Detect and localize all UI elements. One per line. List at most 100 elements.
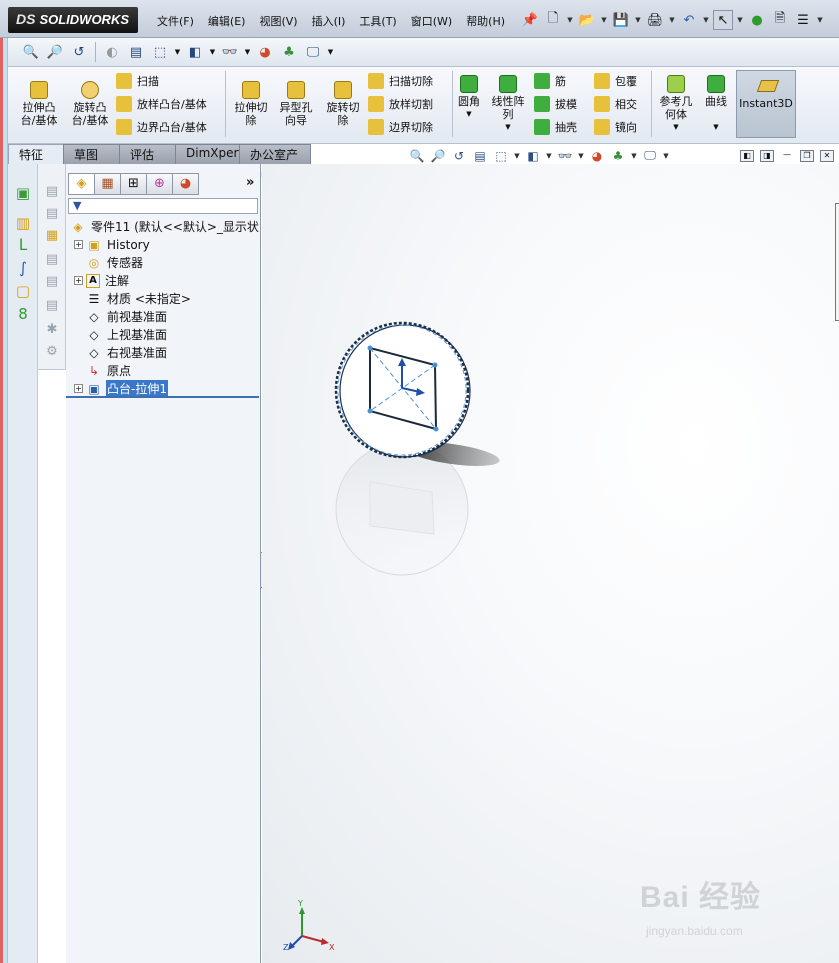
tool-5-icon[interactable]: ▤ [44,274,60,290]
curves-button[interactable]: 曲线 ▼ [700,75,732,134]
open-folder-icon[interactable]: 📂 [577,10,597,30]
hide-show-items-icon[interactable]: 👓 [556,149,574,163]
zoom-to-fit-icon[interactable]: 🔍 [408,149,426,163]
hide-show-dropdown-icon[interactable]: ▼ [243,48,252,56]
previous-view-icon[interactable]: ↺ [68,41,90,63]
tool-6-icon[interactable]: ▤ [44,298,60,314]
spline-icon[interactable]: ∫ [14,259,32,277]
edit-appearance-icon[interactable]: ◕ [254,41,276,63]
zoom-to-fit-icon[interactable]: 🔍 [20,41,42,63]
close-icon[interactable]: ✕ [820,150,834,162]
display-style-dropdown-icon[interactable]: ▼ [208,48,217,56]
tab-sketch[interactable]: 草图 [63,144,120,164]
menu-insert[interactable]: 插入(I) [305,13,353,29]
tree-item-annotations[interactable]: + A 注解 [74,272,130,289]
rectangle-icon[interactable]: ▢ [14,282,32,300]
previous-view-icon[interactable]: ↺ [450,149,468,163]
expand-toggle-icon[interactable]: + [74,276,83,285]
hide-show-dropdown-icon[interactable]: ▼ [577,152,585,160]
tree-item-boss-extrude1[interactable]: + ▣ 凸台-拉伸1 [74,380,168,397]
hide-show-items-icon[interactable]: 👓 [219,41,241,63]
save-dropdown-icon[interactable]: ▼ [634,16,642,24]
view-settings-icon[interactable]: 🖵 [641,148,659,163]
display-style-dropdown-icon[interactable]: ▼ [545,152,553,160]
tree-item-origin[interactable]: ↳ 原点 [86,362,132,379]
restore-icon[interactable]: ❐ [800,150,814,162]
rib-button[interactable]: 筋 [534,73,566,89]
section-view-icon[interactable]: ▤ [471,149,489,163]
tree-item-material[interactable]: ☰ 材质 <未指定> [86,290,192,307]
view-settings-icon[interactable]: 🖵 [302,41,324,63]
view-orientation-dropdown-icon[interactable]: ▼ [173,48,182,56]
curves-dropdown-icon[interactable]: ▼ [700,121,732,134]
menu-edit[interactable]: 编辑(E) [201,13,253,29]
task-pane-tabs[interactable] [835,203,839,321]
rollback-bar[interactable] [66,396,259,398]
display-manager-tab-icon[interactable]: ◕ [172,173,199,195]
property-manager-tab-icon[interactable]: ▦ [94,173,121,195]
menu-help[interactable]: 帮助(H) [459,13,512,29]
tree-item-right-plane[interactable]: ◇ 右视基准面 [86,344,168,361]
reference-geometry-dropdown-icon[interactable]: ▼ [654,121,698,134]
loft-boss-button[interactable]: 放样凸台/基体 [116,96,207,112]
tree-filter-input[interactable]: ▼ [68,198,258,214]
tool-1-icon[interactable]: ▤ [44,184,60,200]
linear-pattern-dropdown-icon[interactable]: ▼ [488,121,528,134]
collapse-right-icon[interactable]: ◨ [760,150,774,162]
tool-3-icon[interactable]: ▦ [44,228,60,244]
new-document-icon[interactable]: 🗋 [543,10,563,30]
pin-icon[interactable]: 📌 [520,10,540,30]
scene-dropdown-icon[interactable]: ▼ [630,152,638,160]
menu-file[interactable]: 文件(F) [150,13,201,29]
zoom-to-area-icon[interactable]: 🔎 [429,149,447,163]
smart-dimension-icon[interactable]: ▥ [14,214,32,232]
sweep-cut-button[interactable]: 扫描切除 [368,73,433,89]
print-dropdown-icon[interactable]: ▼ [668,16,676,24]
line-icon[interactable]: ᒪ [14,236,32,254]
extrude-cut-button[interactable]: 拉伸切 除 [230,81,272,127]
tab-dimxpert[interactable]: DimXpert [175,144,243,164]
select-dropdown-icon[interactable]: ▼ [736,16,744,24]
expand-toggle-icon[interactable]: + [74,240,83,249]
instant3d-button[interactable]: Instant3D [736,70,796,138]
expand-toggle-icon[interactable]: + [74,384,83,393]
revolve-boss-button[interactable]: 旋转凸 台/基体 [68,81,112,127]
print-icon[interactable]: 🖨 [645,10,665,30]
reference-geometry-button[interactable]: 参考几 何体 ▼ [654,75,698,134]
tree-part-root[interactable]: ◈ 零件11 (默认<<默认>_显示状 [70,218,260,235]
dynamic-annotation-icon[interactable]: ▤ [125,41,147,63]
minimize-icon[interactable]: — [780,150,794,162]
undo-dropdown-icon[interactable]: ▼ [702,16,710,24]
view-orientation-icon[interactable]: ⬚ [149,41,171,63]
options-dropdown-icon[interactable]: ▼ [816,16,824,24]
shell-button[interactable]: 抽壳 [534,119,577,135]
select-arrow-icon[interactable]: ↖ [713,10,733,30]
section-view-icon[interactable]: ◐ [101,41,123,63]
solidworks-logo[interactable]: DS SOLIDWORKS [8,7,138,33]
boundary-cut-button[interactable]: 边界切除 [368,119,433,135]
feature-tree-tab-icon[interactable]: ◈ [68,173,95,195]
display-style-icon[interactable]: ◧ [524,149,542,163]
rebuild-traffic-light-icon[interactable]: ● [747,10,767,30]
menu-window[interactable]: 窗口(W) [404,13,459,29]
sweep-button[interactable]: 扫描 [116,73,159,89]
undo-icon[interactable]: ↶ [679,10,699,30]
apply-scene-icon[interactable]: ♣ [609,149,627,163]
mirror-button[interactable]: 镜向 [594,119,637,135]
fillet-button[interactable]: 圆角 ▼ [454,75,484,121]
view-orientation-dropdown-icon[interactable]: ▼ [513,152,521,160]
tool-7-icon[interactable]: ✱ [44,322,60,338]
tab-features[interactable]: 特征 [8,144,64,164]
hole-wizard-button[interactable]: 异型孔 向导 [274,81,318,127]
zoom-to-area-icon[interactable]: 🔎 [44,41,66,63]
open-dropdown-icon[interactable]: ▼ [600,16,608,24]
tool-2-icon[interactable]: ▤ [44,206,60,222]
new-dropdown-icon[interactable]: ▼ [566,16,574,24]
view-settings-dropdown-icon[interactable]: ▼ [326,48,335,56]
boundary-boss-button[interactable]: 边界凸台/基体 [116,119,207,135]
tree-item-sensors[interactable]: ◎ 传感器 [86,254,144,271]
sketch-icon[interactable]: ▣ [14,184,32,202]
tool-8-icon[interactable]: ⚙ [44,344,60,360]
graphics-area[interactable]: Y X Z [262,164,839,963]
loft-cut-button[interactable]: 放样切割 [368,96,433,112]
